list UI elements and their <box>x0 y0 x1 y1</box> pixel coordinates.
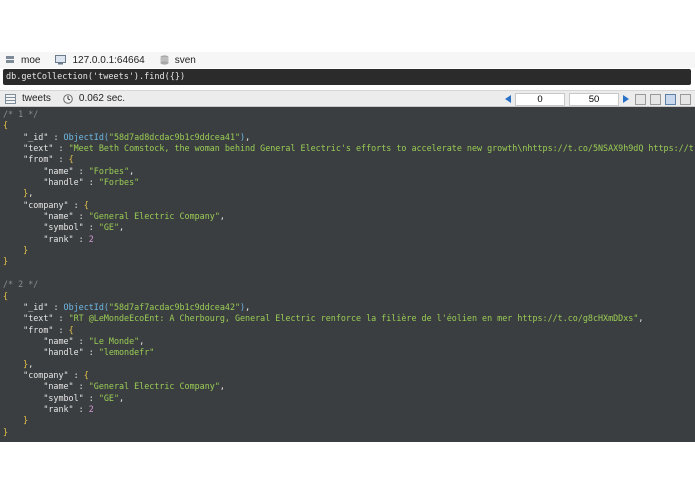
doc2-company-symbol: GE <box>103 392 114 403</box>
query-editor[interactable]: db.getCollection('tweets').find({}) <box>3 69 691 85</box>
database-icon <box>160 55 169 65</box>
results-toolbar: tweets 0.062 sec. <box>0 90 695 107</box>
doc2-text: RT @LeMondeEcoEnt: A Cherbourg, General … <box>73 313 634 324</box>
server-icon <box>6 56 14 63</box>
limit-input[interactable] <box>569 92 619 106</box>
doc1-id: 58d7ad8dcdac9b1c9ddcea41 <box>113 131 235 142</box>
doc1-from-handle: Forbes <box>103 177 135 188</box>
monitor-icon <box>55 55 67 65</box>
query-text[interactable]: db.getCollection('tweets').find({}) <box>3 72 185 82</box>
prev-page-button[interactable] <box>503 93 513 105</box>
collection-name: tweets <box>22 93 51 104</box>
doc1-comment: /* 1 */ <box>3 109 39 119</box>
skip-input[interactable] <box>515 92 565 106</box>
connection-crumb[interactable]: moe <box>5 55 40 66</box>
doc2-from-handle: lemondefr <box>103 347 150 358</box>
custom-view-button[interactable] <box>680 93 691 105</box>
clock-icon <box>63 93 73 104</box>
connection-bar: moe 127.0.0.1:64664 sven <box>0 52 695 68</box>
database-name: sven <box>174 54 196 66</box>
doc2-company-name: General Electric Company <box>93 381 215 392</box>
doc2-id: 58d7af7acdac9b1c9ddcea42 <box>113 301 235 312</box>
query-duration: 0.062 sec. <box>78 93 126 104</box>
connection-name: moe <box>21 54 41 66</box>
database-crumb[interactable]: sven <box>160 55 196 66</box>
arrow-left-icon <box>505 95 511 103</box>
host-name: 127.0.0.1:64664 <box>72 54 145 66</box>
doc2-company-rank: 2 <box>88 403 94 414</box>
doc2-comment: /* 2 */ <box>3 279 39 290</box>
doc1-company-symbol: GE <box>103 222 114 233</box>
table-icon <box>5 93 16 104</box>
arrow-right-icon <box>623 95 629 103</box>
tree-view-button[interactable] <box>635 93 646 105</box>
doc1-text: Meet Beth Comstock, the woman behind Gen… <box>73 143 695 154</box>
doc2-from-name: Le Monde <box>93 335 135 346</box>
results-text-view[interactable]: /* 1 */ { "_id" : ObjectId("58d7ad8dcdac… <box>0 107 695 442</box>
doc1-from-name: Forbes <box>93 165 125 176</box>
pager <box>503 92 691 106</box>
text-view-button[interactable] <box>665 93 676 105</box>
doc1-company-rank: 2 <box>88 233 94 244</box>
table-view-button[interactable] <box>650 93 661 105</box>
doc1-company-name: General Electric Company <box>93 211 215 222</box>
host-crumb[interactable]: 127.0.0.1:64664 <box>55 54 145 66</box>
next-page-button[interactable] <box>621 93 631 105</box>
